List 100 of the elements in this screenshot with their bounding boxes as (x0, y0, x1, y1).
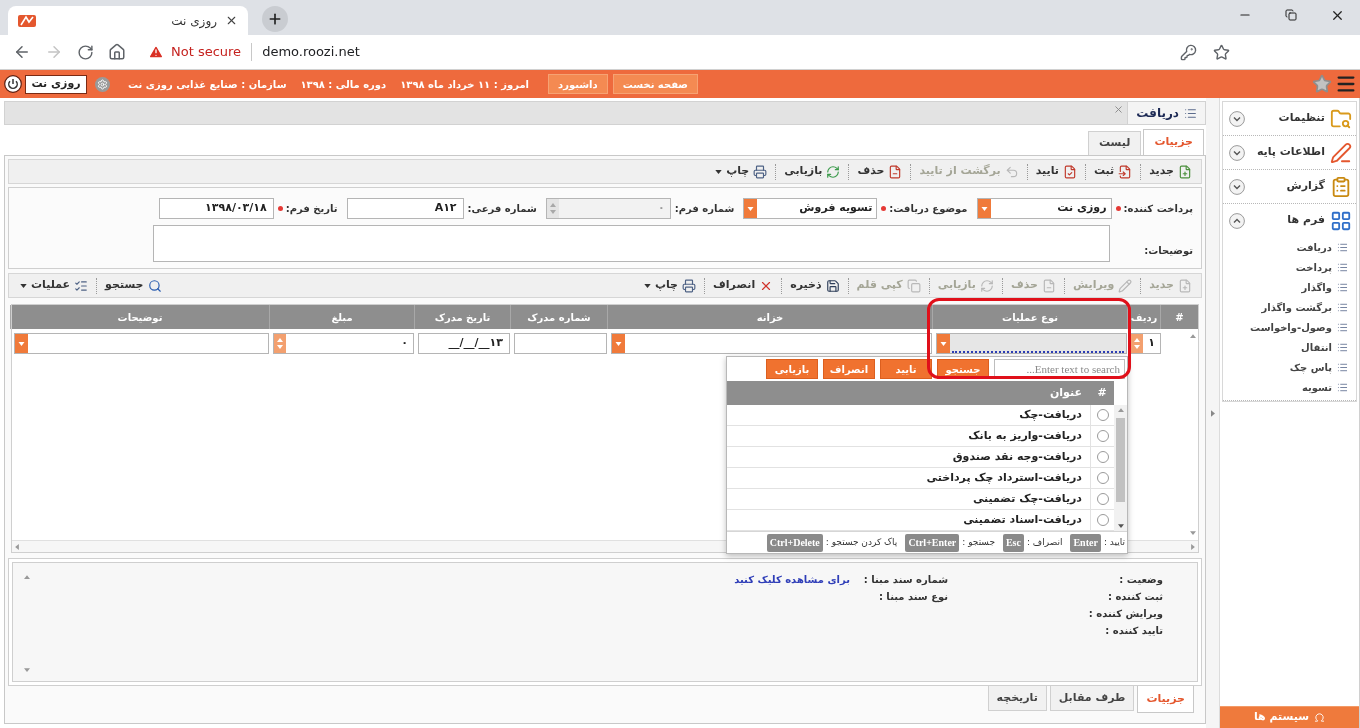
list-option[interactable]: دریافت-چک (727, 405, 1114, 426)
chevron-down-icon[interactable] (1229, 110, 1245, 127)
radio-icon[interactable] (1096, 451, 1109, 463)
security-label[interactable]: Not secure (171, 42, 242, 62)
chevron-down-icon[interactable] (1229, 178, 1245, 195)
sidebar-subitem[interactable]: دریافت (1223, 237, 1356, 257)
back-icon[interactable] (13, 43, 31, 61)
input-field[interactable]: A۱۲ (346, 198, 464, 219)
shortcut-label: تایید : (1103, 535, 1125, 549)
input-field[interactable]: ۱۳۹۸/۰۳/۱۸ (158, 198, 274, 219)
list-option[interactable]: دریافت-اسناد تضمینی (727, 510, 1114, 531)
refresh-icon (826, 164, 841, 179)
sidebar-subitem[interactable]: تسویه (1223, 377, 1356, 397)
toolbar-button[interactable]: حذف (852, 161, 908, 182)
radio-icon[interactable] (1096, 472, 1109, 484)
search-field[interactable]: Enter text to search... (994, 359, 1125, 379)
notes-field[interactable] (153, 225, 1110, 262)
forward-icon[interactable] (45, 43, 63, 61)
tab[interactable]: طرف مقابل (1049, 686, 1135, 711)
sidebar-subitem[interactable]: واگذار (1223, 277, 1356, 297)
select-field[interactable]: تسویه فروش (743, 198, 878, 219)
user-button[interactable]: روزی نت (25, 74, 87, 94)
plus-icon (267, 11, 283, 27)
sidebar-item[interactable]: تنظیمات (1223, 102, 1356, 135)
gear-icon[interactable] (97, 78, 108, 90)
radio-icon[interactable] (1096, 493, 1109, 505)
power-icon[interactable] (4, 75, 22, 93)
chevron-down-icon[interactable] (1229, 144, 1245, 161)
select-field[interactable] (611, 333, 932, 354)
field-label: توضیحات: (1144, 245, 1193, 256)
reload-icon[interactable] (77, 43, 94, 61)
file-arrow-icon (1118, 164, 1133, 179)
sidebar-subitem[interactable]: برگشت واگذار (1223, 297, 1356, 317)
sidebar-item[interactable]: گزارش (1223, 170, 1356, 203)
document-tab[interactable]: دریافت (1127, 102, 1205, 124)
number-field[interactable]: ۰ (273, 333, 414, 354)
toolbar-button[interactable]: بازیابی (779, 161, 846, 182)
list-option[interactable]: دریافت-واریز به بانک (727, 426, 1114, 447)
toolbar-button[interactable]: انصراف (708, 275, 779, 296)
toolbar-button[interactable]: ثبت (1088, 161, 1138, 182)
list-option[interactable]: دریافت-چک تضمینی (727, 489, 1114, 510)
shortcut-label: انصراف : (1026, 535, 1063, 549)
radio-icon[interactable] (1096, 430, 1109, 442)
chevron-up-icon[interactable] (1229, 212, 1245, 229)
restore-icon[interactable] (1285, 9, 1297, 21)
sidebar-subitem[interactable]: انتقال (1223, 337, 1356, 357)
list-option[interactable]: دریافت-استرداد چک پرداختی (727, 468, 1114, 489)
star-icon[interactable] (1312, 74, 1332, 94)
sidebar-item[interactable]: اطلاعات پایه (1223, 136, 1356, 169)
toolbar-button[interactable]: جستجو (100, 275, 167, 296)
key-badge: Ctrl+Delete (766, 533, 823, 552)
tab[interactable]: جزییات (1137, 686, 1194, 713)
menu-icon[interactable] (1335, 73, 1357, 95)
toolbar-button[interactable]: عملیات (15, 275, 94, 296)
file-minus-icon (1041, 278, 1056, 293)
caret-left-icon (15, 543, 19, 550)
star-icon[interactable] (1213, 43, 1230, 61)
tab[interactable]: لیست (1087, 131, 1142, 155)
key-icon[interactable] (1180, 43, 1197, 61)
scrollbar-track[interactable] (1114, 405, 1127, 531)
select-field[interactable] (14, 333, 269, 354)
input-field[interactable]: ۱۳__/__/__ (418, 333, 510, 354)
input-field[interactable] (514, 333, 607, 354)
radio-icon[interactable] (1096, 409, 1109, 421)
list-option[interactable]: دریافت-وجه نقد صندوق (727, 447, 1114, 468)
toolbar-button[interactable]: چاپ (710, 161, 773, 182)
close-icon[interactable] (225, 14, 238, 27)
radio-icon[interactable] (1096, 514, 1109, 526)
caret-up-icon (1190, 334, 1196, 338)
url-text[interactable]: demo.roozi.net (262, 42, 360, 62)
sidebar-item[interactable]: فرم ها (1223, 204, 1356, 237)
home-icon[interactable] (108, 43, 126, 61)
clipboard-icon (1330, 175, 1352, 198)
scrollbar-thumb[interactable] (1116, 418, 1125, 502)
toolbar-button[interactable]: جدید (1144, 161, 1197, 182)
new-tab-button[interactable] (262, 6, 288, 32)
select-field[interactable] (936, 333, 1127, 354)
printer-icon (753, 164, 768, 179)
number-field[interactable]: ۱ (1130, 333, 1161, 354)
warning-icon[interactable] (148, 44, 164, 60)
sidebar-subitem[interactable]: پرداخت (1223, 257, 1356, 277)
file-plus-icon (1178, 278, 1192, 293)
tab[interactable]: جزییات (1143, 129, 1204, 155)
info-text: سازمان : صنایع غذایی روزی نت (128, 77, 287, 92)
sidebar-subitem[interactable]: وصول-واخواست (1223, 317, 1356, 337)
sidebar-subitem[interactable]: پاس چک (1223, 357, 1356, 377)
spinner-icon[interactable] (1131, 334, 1143, 353)
shortcut-label: جستجو : (962, 535, 995, 549)
tab[interactable]: تاریخچه (987, 686, 1047, 711)
browser-tab[interactable]: روزی نت (8, 6, 248, 35)
caret-down-icon (643, 283, 651, 288)
list-icon (1184, 106, 1197, 120)
toolbar-button[interactable]: ذخیره (785, 275, 845, 296)
folder-search-icon (1330, 107, 1352, 130)
toolbar-button[interactable]: تایید (1030, 161, 1082, 182)
select-field[interactable]: روزی نت (976, 198, 1112, 219)
spinner-icon[interactable] (274, 334, 286, 353)
view-link[interactable]: برای مشاهده کلیک کنید (734, 572, 850, 587)
toolbar-button[interactable]: چاپ (638, 275, 702, 296)
undo-icon (1004, 164, 1019, 179)
